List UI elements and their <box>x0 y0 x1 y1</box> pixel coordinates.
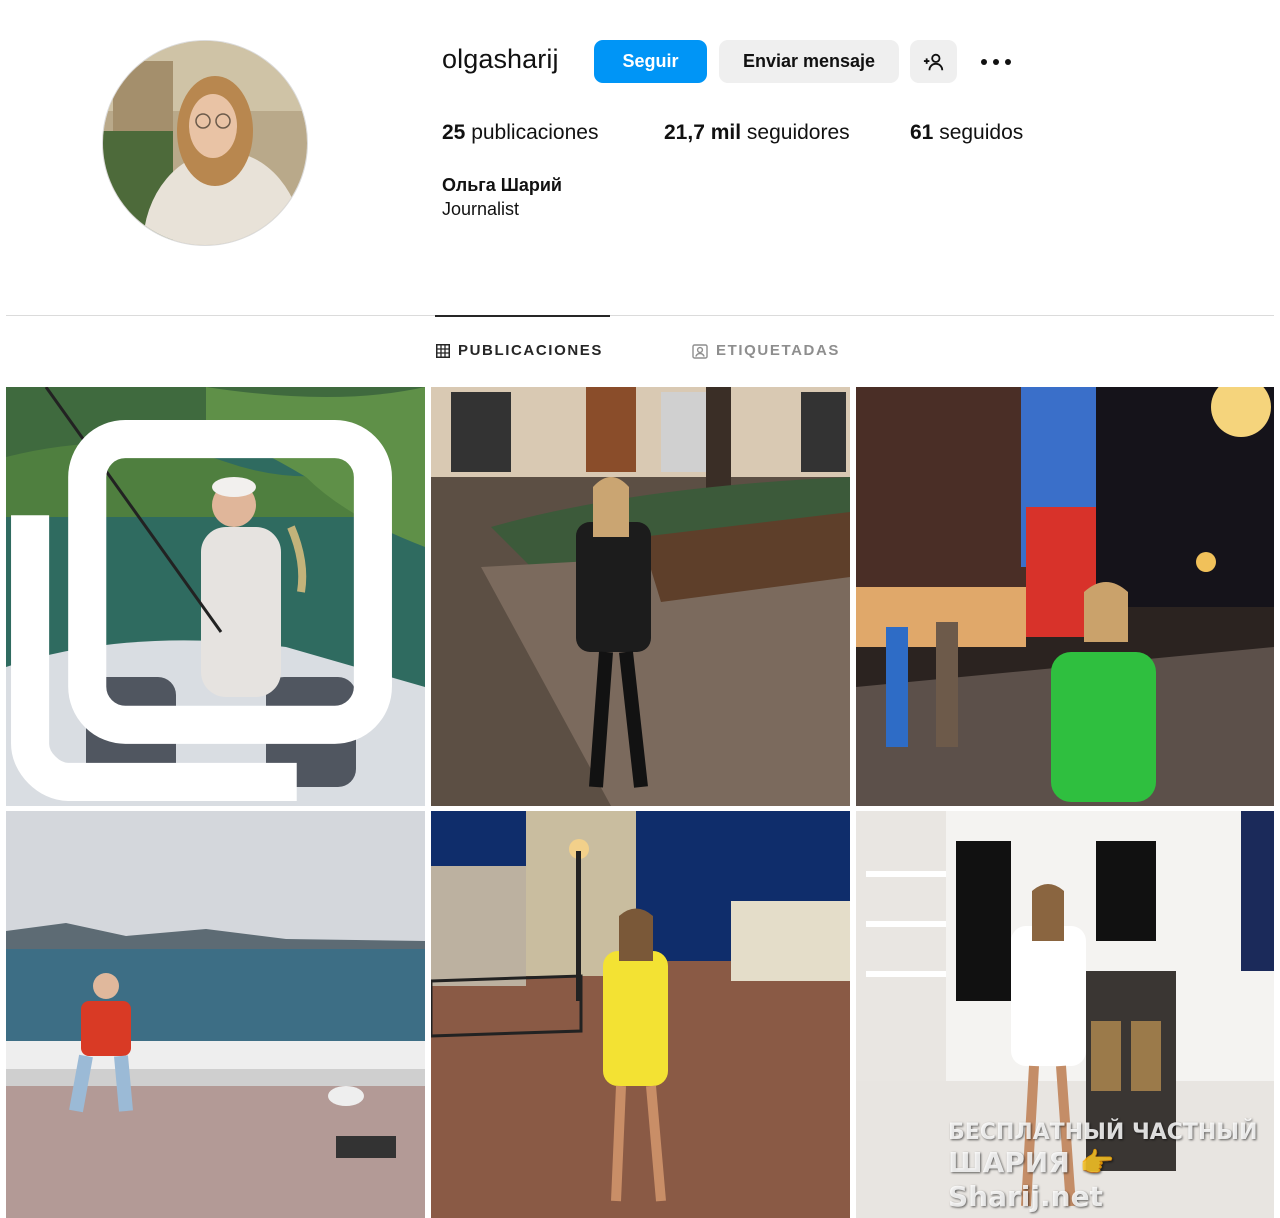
profile-avatar[interactable] <box>102 40 308 246</box>
watermark-line-1: БЕСПЛАТНЫЙ ЧАСТНЫЙ <box>948 1120 1258 1145</box>
post-image <box>431 811 850 1218</box>
post-thumbnail[interactable] <box>431 811 850 1218</box>
profile-bio: Journalist <box>442 199 520 219</box>
following-count-value: 61 <box>910 121 934 144</box>
post-image <box>6 811 425 1218</box>
watermark-line-2: ШАРИЯ 👉 Sharij.net <box>948 1146 1115 1213</box>
followers-count[interactable]: 21,7 mil seguidores <box>664 121 850 145</box>
tab-tagged-label: ETIQUETADAS <box>716 342 840 359</box>
profile-username: olgasharij <box>442 44 559 74</box>
followers-count-label: seguidores <box>746 121 850 144</box>
post-thumbnail[interactable] <box>6 811 425 1218</box>
posts-count: 25 publicaciones <box>442 121 598 145</box>
profile-full-name: Ольга Шарий <box>442 175 562 195</box>
tab-posts[interactable]: PUBLICACIONES <box>436 342 603 359</box>
followers-count-value: 21,7 mil <box>664 121 742 144</box>
avatar-image <box>103 41 307 245</box>
following-count-label: seguidos <box>939 121 1024 144</box>
active-tab-indicator <box>435 315 610 317</box>
post-image <box>856 387 1274 806</box>
post-thumbnail[interactable] <box>856 387 1274 806</box>
more-options-button[interactable] <box>974 44 1018 80</box>
follow-button[interactable]: Seguir <box>594 40 707 83</box>
grid-icon <box>436 343 450 358</box>
tagged-icon <box>692 343 708 359</box>
posts-count-value: 25 <box>442 121 466 144</box>
multiple-photos-icon <box>11 420 392 801</box>
send-message-button[interactable]: Enviar mensaje <box>719 40 899 83</box>
post-image <box>431 387 850 806</box>
following-count[interactable]: 61 seguidos <box>910 121 1023 145</box>
tabs-divider <box>6 315 1274 316</box>
post-thumbnail[interactable] <box>431 387 850 806</box>
add-person-icon <box>923 53 943 70</box>
posts-count-label: publicaciones <box>471 121 599 144</box>
more-horizontal-icon <box>981 59 1011 65</box>
suggest-accounts-button[interactable] <box>910 40 957 83</box>
watermark: БЕСПЛАТНЫЙ ЧАСТНЫЙ ШАРИЯ 👉 Sharij.net <box>948 1120 1258 1214</box>
tab-tagged[interactable]: ETIQUETADAS <box>692 342 840 359</box>
tab-posts-label: PUBLICACIONES <box>458 342 603 359</box>
post-thumbnail[interactable] <box>6 387 425 806</box>
